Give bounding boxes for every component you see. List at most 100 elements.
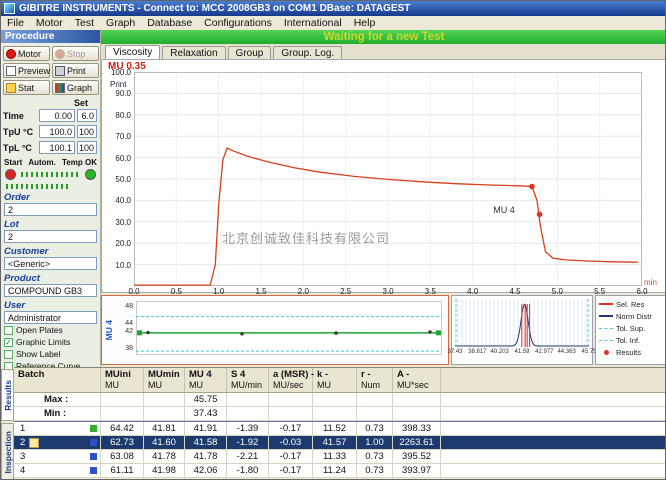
limit-cell	[101, 407, 144, 420]
legend-item-results: Results	[596, 346, 666, 358]
graph-icon	[55, 83, 65, 93]
distribution-legend: Sel. ResNorm DistrTol. Sup.Tol. Inf.Resu…	[595, 295, 666, 365]
menu-motor[interactable]: Motor	[30, 17, 69, 29]
param-set-tpl-c[interactable]: 100	[77, 141, 97, 154]
menu-file[interactable]: File	[1, 17, 30, 29]
column-unit: MU	[189, 380, 226, 391]
checkbox-box[interactable]	[4, 350, 13, 359]
autom-progress-strip	[21, 172, 80, 177]
column-header-k[interactable]: k -MU	[313, 368, 357, 392]
app-icon	[4, 3, 15, 14]
side-tab-results[interactable]: Results	[1, 369, 14, 421]
param-set-tpu-c[interactable]: 100	[77, 125, 97, 138]
tab-relaxation[interactable]: Relaxation	[162, 46, 225, 59]
menu-graph[interactable]: Graph	[100, 17, 141, 29]
distribution-x-tick: 38.817	[465, 349, 489, 355]
field-label-lot: Lot	[4, 219, 97, 230]
column-header-a[interactable]: A -MU*sec	[393, 368, 441, 392]
stat-icon	[6, 83, 16, 93]
checkbox-open-plates[interactable]: Open Plates	[1, 324, 100, 336]
preview-button[interactable]: Preview	[3, 63, 50, 78]
cell-mumin: 41.78	[144, 450, 185, 463]
table-row-batch-1[interactable]: 164.4241.8141.91-1.39-0.1711.520.73398.3…	[14, 421, 666, 436]
batch-number: 2	[20, 437, 25, 448]
table-row-batch-3[interactable]: 363.0841.7841.78-2.21-0.1711.330.73395.5…	[14, 450, 666, 464]
table-body: Max :45.75Min :37.43164.4241.8141.91-1.3…	[14, 393, 666, 478]
column-header-muini[interactable]: MUiniMU	[101, 368, 144, 392]
checkbox-box[interactable]	[4, 326, 13, 335]
y-axis-tick: 30.0	[104, 218, 131, 227]
batch-marker	[90, 439, 97, 446]
parameter-grid: Time0.006.0TpU °C100.0100TpL °C100.1100	[1, 108, 100, 156]
field-label-user: User	[4, 300, 97, 311]
cell-mu-4: 41.78	[185, 450, 227, 463]
cell-muini: 63.08	[101, 450, 144, 463]
tab-viscosity[interactable]: Viscosity	[105, 45, 160, 59]
legend-label: Tol. Inf.	[616, 336, 640, 345]
cell-a-msr: -0.03	[269, 436, 313, 449]
lot-input[interactable]: 2	[4, 230, 97, 243]
chart-print-label[interactable]: Print	[110, 80, 126, 89]
menu-test[interactable]: Test	[69, 17, 100, 29]
column-header-s-4[interactable]: S 4MU/min	[227, 368, 269, 392]
table-row-batch-4[interactable]: 461.1141.9842.06-1.80-0.1711.240.73393.9…	[14, 464, 666, 478]
cell-s-4: -1.80	[227, 464, 269, 477]
customer-input[interactable]: <Generic>	[4, 257, 97, 270]
distribution-x-tick: 44.363	[555, 349, 579, 355]
cell-mumin: 41.81	[144, 422, 185, 435]
stop-button[interactable]: Stop	[52, 46, 99, 61]
indicator-label-autom: Autom.	[28, 158, 56, 167]
cell-r: 0.73	[357, 422, 393, 435]
graph-button[interactable]: Graph	[52, 80, 99, 95]
param-label-tpu-c: TpU °C	[3, 125, 37, 139]
menu-database[interactable]: Database	[141, 17, 198, 29]
stat-button[interactable]: Stat	[3, 80, 50, 95]
limit-row-label: Max :	[14, 393, 101, 406]
cell-s-4: -1.92	[227, 436, 269, 449]
y-axis-tick: 80.0	[104, 111, 131, 120]
column-header-mumin[interactable]: MUminMU	[144, 368, 185, 392]
stat-button-label: Stat	[18, 83, 34, 93]
set-column-header: Set	[1, 98, 100, 108]
order-input[interactable]: 2	[4, 203, 97, 216]
cell-mumin: 41.98	[144, 464, 185, 477]
y-axis-tick: 100.0	[104, 68, 131, 77]
column-header-a-msr[interactable]: a (MSR) -MU/sec	[269, 368, 313, 392]
start-led	[5, 169, 16, 180]
param-value-time[interactable]: 0.00	[39, 109, 75, 122]
y-axis-tick: 20.0	[104, 239, 131, 248]
param-set-time[interactable]: 6.0	[77, 109, 97, 122]
checkbox-graphic-limits[interactable]: ✓Graphic Limits	[1, 336, 100, 348]
menu-international[interactable]: International	[278, 17, 348, 29]
param-value-tpl-c[interactable]: 100.1	[39, 141, 75, 154]
print-button[interactable]: Print	[52, 63, 99, 78]
field-product: ProductCOMPOUND GB3	[1, 273, 100, 297]
trend-y-tick: 48	[118, 303, 133, 310]
legend-swatch	[599, 328, 613, 329]
side-tab-inspection[interactable]: Inspection	[1, 423, 14, 480]
cell-filler	[441, 436, 666, 449]
param-value-tpu-c[interactable]: 100.0	[39, 125, 75, 138]
checkbox-show-label[interactable]: Show Label	[1, 348, 100, 360]
column-header-r[interactable]: r -Num	[357, 368, 393, 392]
checkbox-box[interactable]: ✓	[4, 338, 13, 347]
cell-a-msr: -0.17	[269, 464, 313, 477]
menu-help[interactable]: Help	[348, 17, 382, 29]
param-label-tpl-c: TpL °C	[3, 141, 37, 155]
cell-muini: 64.42	[101, 422, 144, 435]
column-header-mu-4[interactable]: MU 4MU	[185, 368, 227, 392]
cell-mu-4: 42.06	[185, 464, 227, 477]
tab-group-log[interactable]: Group. Log.	[273, 46, 342, 59]
indicator-label-start: Start	[4, 158, 22, 167]
column-header-batch[interactable]: Batch	[14, 368, 101, 392]
limit-cell	[357, 407, 393, 420]
tab-group[interactable]: Group	[228, 46, 272, 59]
checkbox-label: Show Label	[16, 349, 60, 359]
field-label-order: Order	[4, 192, 97, 203]
product-input[interactable]: COMPOUND GB3	[4, 284, 97, 297]
motor-button[interactable]: Motor	[3, 46, 50, 61]
table-row-batch-2[interactable]: 262.7341.6041.58-1.92-0.0341.571.002263.…	[14, 436, 666, 450]
procedure-panel: Procedure MotorStopPreviewPrintStatGraph…	[1, 30, 101, 369]
user-input[interactable]: Administrator	[4, 311, 97, 324]
menu-configurations[interactable]: Configurations	[198, 17, 278, 29]
